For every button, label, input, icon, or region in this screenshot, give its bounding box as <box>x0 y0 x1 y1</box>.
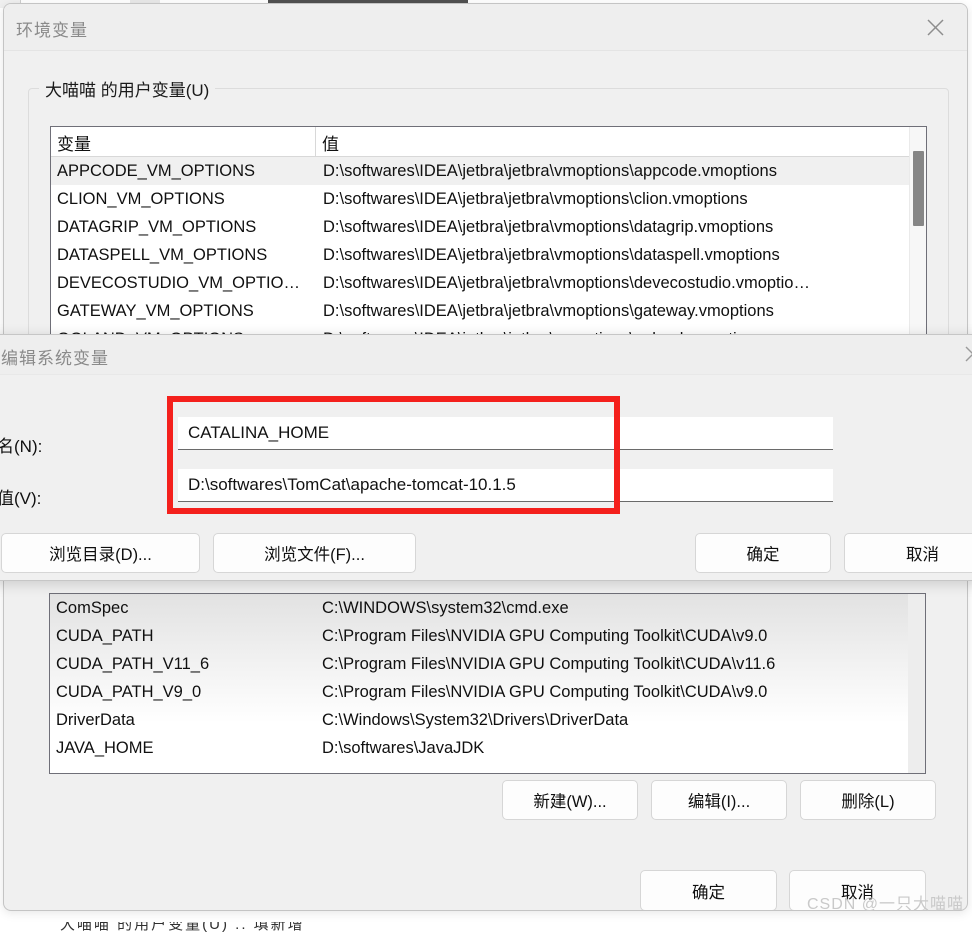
background-window-bottom-strip: 大喵喵 的用户变量(U) .. 填新增 <box>0 922 972 932</box>
table-row[interactable]: DEVECOSTUDIO_VM_OPTIO… D:\softwares\IDEA\… <box>51 269 926 297</box>
cell-variable-name: CLION_VM_OPTIONS <box>57 189 225 208</box>
close-icon[interactable] <box>951 339 972 369</box>
user-variables-scrollbar[interactable] <box>909 127 926 335</box>
cell-variable-value: C:\Program Files\NVIDIA GPU Computing To… <box>322 654 776 673</box>
system-variables-table[interactable]: ComSpec C:\WINDOWS\system32\cmd.exe CUDA_P… <box>49 593 926 774</box>
scrollbar-thumb[interactable] <box>913 151 924 226</box>
system-variables-rows: ComSpec C:\WINDOWS\system32\cmd.exe CUDA_P… <box>50 594 925 762</box>
cell-variable-name: ComSpec <box>56 598 129 617</box>
table-row[interactable]: CUDA_PATH_V11_6 C:\Program Files\NVIDIA G… <box>50 650 925 678</box>
variable-value-input[interactable] <box>178 469 833 502</box>
table-row[interactable]: DATASPELL_VM_OPTIONS D:\softwares\IDEA\je… <box>51 241 926 269</box>
cell-variable-value: C:\WINDOWS\system32\cmd.exe <box>322 598 569 617</box>
environment-variables-title: 环境变量 <box>16 21 88 40</box>
system-variables-buttons: 新建(W)... 编辑(I)... 删除(L) <box>28 780 949 820</box>
cell-variable-value: D:\softwares\IDEA\jetbra\jetbra\vmoption… <box>323 189 748 208</box>
cell-variable-name: CUDA_PATH <box>56 626 154 645</box>
cell-variable-value: D:\softwares\IDEA\jetbra\jetbra\vmoption… <box>323 301 774 320</box>
environment-variables-titlebar: 环境变量 <box>4 4 967 51</box>
variable-name-input[interactable] <box>178 417 833 450</box>
table-row[interactable]: CUDA_PATH C:\Program Files\NVIDIA GPU Com… <box>50 622 925 650</box>
cell-variable-value: D:\softwares\IDEA\jetbra\jetbra\vmoption… <box>323 161 777 180</box>
edit-dialog-title: 编辑系统变量 <box>1 349 109 368</box>
table-row[interactable]: GATEWAY_VM_OPTIONS D:\softwares\IDEA\jetb… <box>51 297 926 325</box>
column-header-variable[interactable]: 变量 <box>51 127 316 156</box>
cell-variable-value: C:\Windows\System32\Drivers\DriverData <box>322 710 629 729</box>
user-variables-group: 大喵喵 的用户变量(U) 变量 值 APPCODE_VM_OPTIONS D:\s… <box>28 76 949 340</box>
cell-variable-name: DATASPELL_VM_OPTIONS <box>57 245 268 264</box>
table-row[interactable]: DriverData C:\Windows\System32\Drivers\Dr… <box>50 706 925 734</box>
cell-variable-name: CUDA_PATH_V9_0 <box>56 682 202 701</box>
cell-variable-value: C:\Program Files\NVIDIA GPU Computing To… <box>322 682 768 701</box>
table-row[interactable]: CLION_VM_OPTIONS D:\softwares\IDEA\jetbra… <box>51 185 926 213</box>
column-header-value[interactable]: 值 <box>316 127 926 156</box>
browse-file-button[interactable]: 浏览文件(F)... <box>213 533 416 573</box>
cell-variable-name: DriverData <box>56 710 135 729</box>
user-variables-table-header: 变量 值 <box>51 127 926 157</box>
cell-variable-value: D:\softwares\JavaJDK <box>322 738 485 757</box>
table-row[interactable]: APPCODE_VM_OPTIONS D:\softwares\IDEA\jetb… <box>51 157 926 185</box>
edit-dialog-titlebar: 编辑系统变量 <box>0 335 972 375</box>
cell-variable-name: DATAGRIP_VM_OPTIONS <box>57 217 257 236</box>
user-variables-rows: APPCODE_VM_OPTIONS D:\softwares\IDEA\jetb… <box>51 157 926 335</box>
user-variables-table[interactable]: 变量 值 APPCODE_VM_OPTIONS D:\softwares\IDEA… <box>50 126 927 336</box>
screenshot-root: 大喵喵 的用户变量(U) .. 填新增 环境变量 大喵喵 的用户变量(U) 变量… <box>0 0 972 932</box>
cell-variable-value: D:\softwares\IDEA\jetbra\jetbra\vmoption… <box>323 273 810 292</box>
cell-variable-value: C:\Program Files\NVIDIA GPU Computing To… <box>322 626 768 645</box>
cell-variable-value: D:\softwares\IDEA\jetbra\jetbra\vmoption… <box>323 245 780 264</box>
new-button[interactable]: 新建(W)... <box>502 780 638 820</box>
variable-value-label: 变量值(V): <box>0 489 42 508</box>
close-icon[interactable] <box>913 11 957 43</box>
table-row[interactable]: JAVA_HOME D:\softwares\JavaJDK <box>50 734 925 762</box>
ok-button[interactable]: 确定 <box>640 870 777 910</box>
system-variables-group: ComSpec C:\WINDOWS\system32\cmd.exe CUDA_P… <box>28 575 949 833</box>
cell-variable-name: GATEWAY_VM_OPTIONS <box>57 301 254 320</box>
edit-button[interactable]: 编辑(I)... <box>651 780 787 820</box>
cell-variable-name: CUDA_PATH_V11_6 <box>56 654 210 673</box>
edit-ok-button[interactable]: 确定 <box>695 533 831 573</box>
edit-cancel-button[interactable]: 取消 <box>844 533 972 573</box>
cell-variable-name: DEVECOSTUDIO_VM_OPTIO… <box>57 273 300 292</box>
table-row[interactable]: CUDA_PATH_V9_0 C:\Program Files\NVIDIA GP… <box>50 678 925 706</box>
user-variables-legend: 大喵喵 的用户变量(U) <box>39 76 216 101</box>
variable-name-label: 变量名(N): <box>0 437 43 456</box>
csdn-watermark: CSDN @一只大喵喵 <box>806 896 964 913</box>
delete-button[interactable]: 删除(L) <box>800 780 936 820</box>
cell-variable-value: D:\softwares\IDEA\jetbra\jetbra\vmoption… <box>323 217 774 236</box>
table-row[interactable]: DATAGRIP_VM_OPTIONS D:\softwares\IDEA\jet… <box>51 213 926 241</box>
system-variables-scrollbar[interactable] <box>908 594 925 773</box>
browse-directory-button[interactable]: 浏览目录(D)... <box>1 533 200 573</box>
table-row[interactable]: ComSpec C:\WINDOWS\system32\cmd.exe <box>50 594 925 622</box>
cell-variable-name: APPCODE_VM_OPTIONS <box>57 161 256 180</box>
background-bottom-text: 大喵喵 的用户变量(U) .. 填新增 <box>60 922 305 932</box>
edit-system-variable-dialog: 编辑系统变量 变量名(N): 变量值(V): 浏览目录(D)... 浏览文件(F… <box>0 334 972 581</box>
cell-variable-name: JAVA_HOME <box>56 738 154 757</box>
